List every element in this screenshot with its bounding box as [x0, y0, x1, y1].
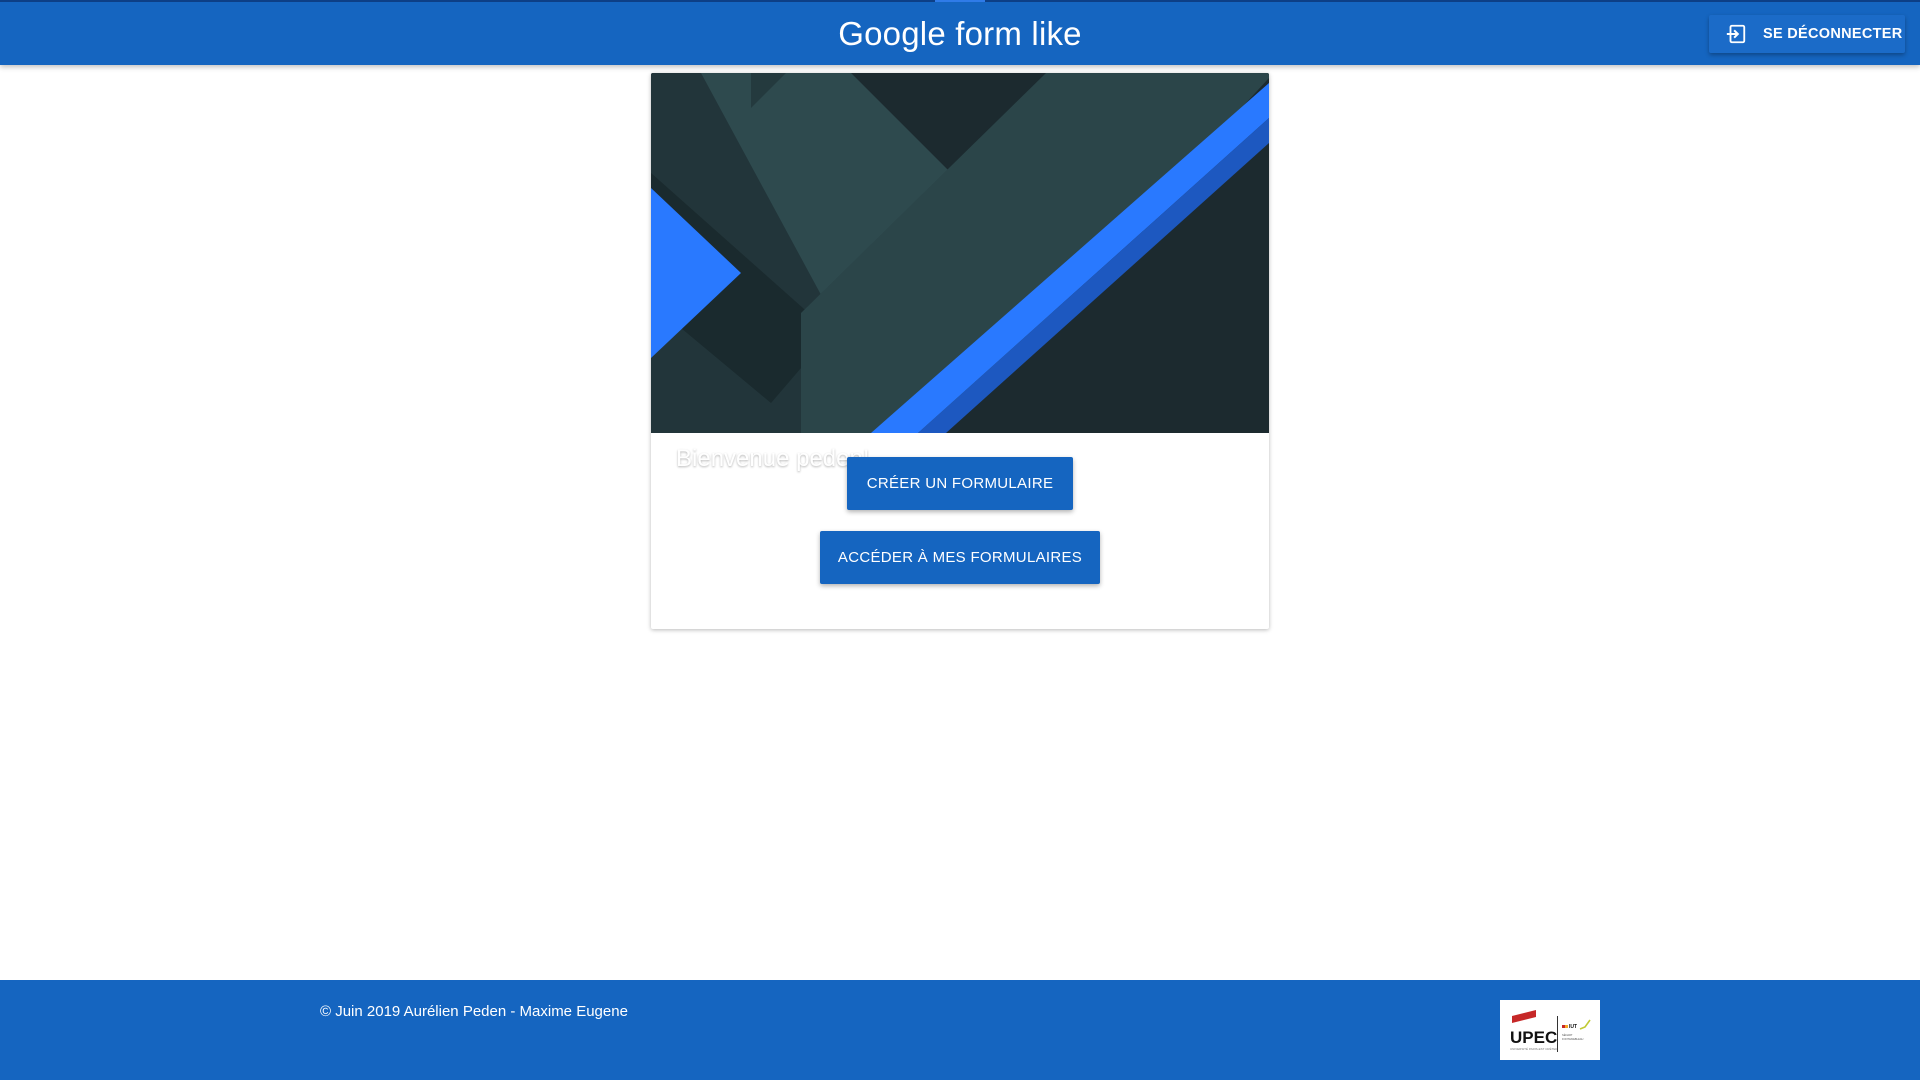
- welcome-card: Bienvenue peden! CRÉER UN FORMULAIRE ACC…: [651, 73, 1269, 629]
- logout-button[interactable]: SE DÉCONNECTER: [1709, 15, 1905, 53]
- svg-text:SÉNART: SÉNART: [1562, 1032, 1573, 1037]
- logout-button-label: SE DÉCONNECTER: [1763, 26, 1903, 42]
- footer-copyright: © Juin 2019 Aurélien Peden - Maxime Euge…: [320, 1003, 628, 1020]
- create-form-button[interactable]: CRÉER UN FORMULAIRE: [847, 457, 1073, 510]
- svg-text:FONTAINEBLEAU: FONTAINEBLEAU: [1562, 1037, 1584, 1041]
- footer: [0, 980, 1920, 1080]
- top-app-bar: Google form like SE DÉCONNECTER: [0, 0, 1920, 65]
- welcome-text: Bienvenue peden!: [676, 445, 870, 472]
- logout-icon: [1725, 23, 1747, 45]
- my-forms-button[interactable]: ACCÉDER À MES FORMULAIRES: [820, 531, 1100, 584]
- card-banner-image: [651, 73, 1269, 433]
- svg-text:IUT: IUT: [1569, 1024, 1577, 1030]
- svg-text:UNIVERSITÉ PARIS-EST CRÉTEIL: UNIVERSITÉ PARIS-EST CRÉTEIL: [1510, 1046, 1558, 1051]
- app-title: Google form like: [838, 15, 1082, 52]
- svg-text:UPEC: UPEC: [1510, 1028, 1557, 1047]
- upec-logo: UPEC UNIVERSITÉ PARIS-EST CRÉTEIL IUT SÉ…: [1500, 1000, 1600, 1060]
